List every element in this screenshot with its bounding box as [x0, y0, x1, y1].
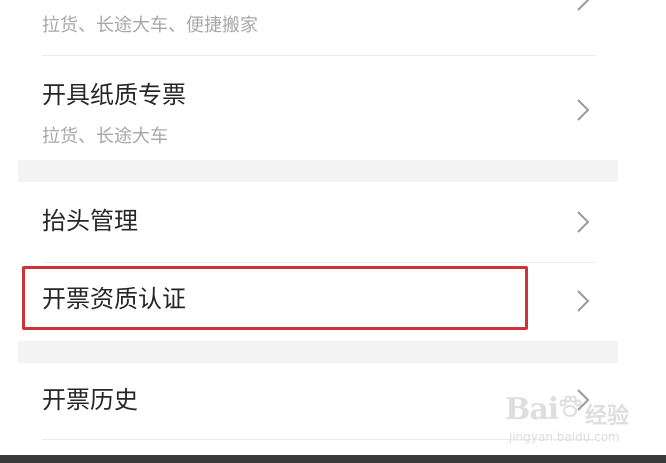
- menu-item-title: 开票历史: [42, 386, 138, 414]
- chevron-right-icon: [576, 210, 590, 234]
- chevron-right-icon: [576, 98, 590, 122]
- section-gap: [18, 341, 618, 363]
- chevron-right-icon: [576, 289, 590, 313]
- menu-item-subtitle: 拉货、长途大车、便捷搬家: [42, 15, 258, 36]
- watermark-url: jingyan.baidu.com: [509, 430, 620, 444]
- highlight-box: [22, 266, 528, 330]
- watermark-brand: Bai: [505, 392, 559, 427]
- menu-item-title: 开具纸质专票: [42, 81, 186, 109]
- chevron-right-icon: [576, 0, 590, 12]
- menu-item-header-management[interactable]: 抬头管理: [18, 182, 618, 262]
- section-gap: [18, 160, 618, 182]
- watermark-suffix: 经验: [585, 403, 630, 429]
- watermark-logo: Bai 经验 jingyan.baidu.com: [505, 392, 645, 448]
- bottom-edge-bar: [0, 455, 666, 463]
- paw-icon: [559, 395, 582, 417]
- menu-item-paper-special-invoice[interactable]: 开具纸质专票 拉货、长途大车: [18, 56, 618, 160]
- menu-item-subtitle: 拉货、长途大车: [42, 126, 168, 147]
- menu-item-partial[interactable]: 拉货、长途大车、便捷搬家: [18, 0, 618, 56]
- menu-item-title: 抬头管理: [42, 207, 138, 235]
